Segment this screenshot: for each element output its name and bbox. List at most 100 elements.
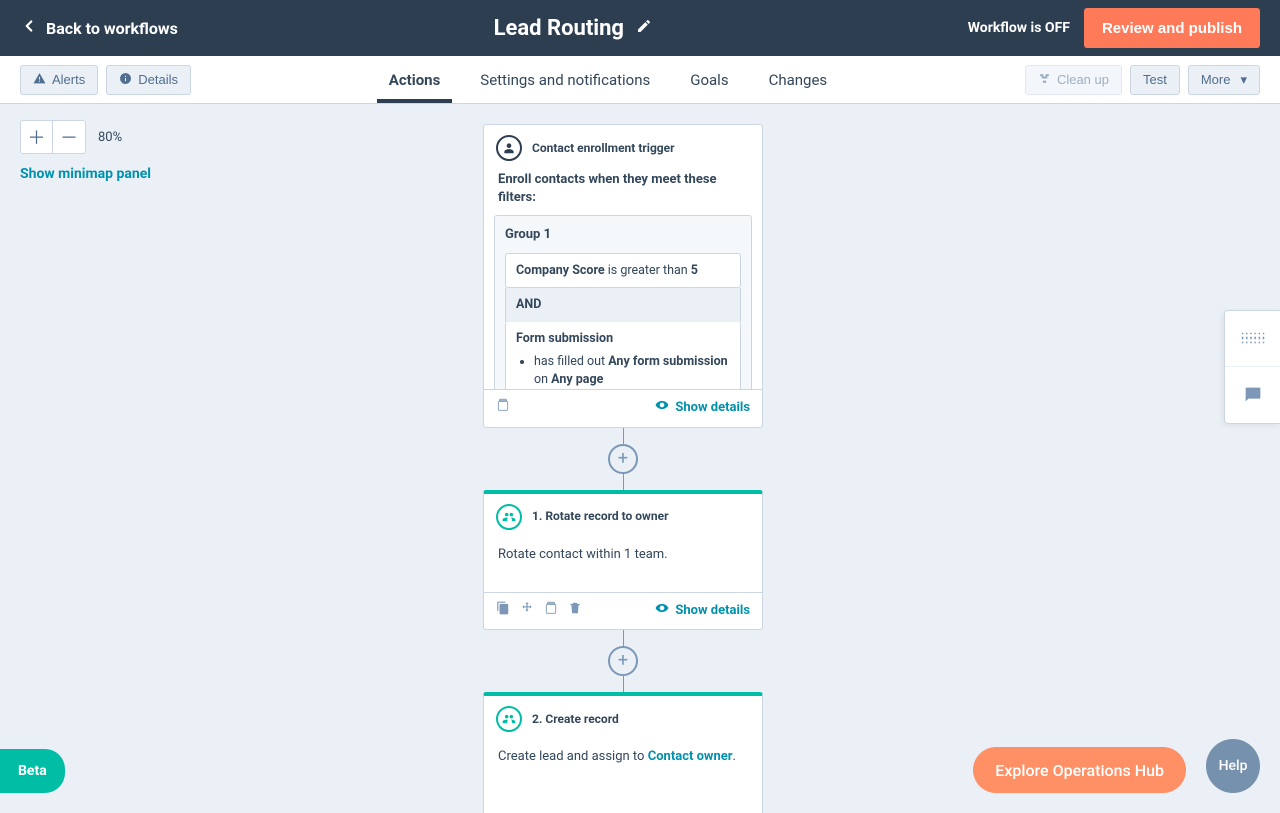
action2-header: 2. Create record [484, 696, 762, 738]
action2-title: 2. Create record [532, 711, 619, 728]
back-to-workflows[interactable]: Back to workflows [20, 17, 178, 39]
filter2-bold1: Any form submission [608, 354, 727, 369]
workflow-flow: Contact enrollment trigger Enroll contac… [483, 124, 763, 813]
action1-show-details-label: Show details [675, 602, 750, 620]
filter-group: Group 1 Company Score is greater than 5 … [494, 215, 752, 389]
info-icon [119, 72, 132, 88]
more-button[interactable]: More ▾ [1188, 65, 1260, 95]
users-icon [496, 504, 522, 530]
more-label: More [1201, 72, 1231, 87]
action1-show-details[interactable]: Show details [655, 601, 750, 621]
filter2-mid: on [534, 372, 551, 387]
right-dock: ∷∷∷∷∷∷ [1224, 310, 1280, 424]
filter2-list: has filled out Any form submission on An… [516, 353, 730, 388]
connector-1: + [483, 428, 763, 490]
action2-body-suffix: . [733, 749, 736, 764]
warning-icon [33, 72, 46, 88]
contact-owner-link[interactable]: Contact owner [648, 749, 733, 764]
tab-changes[interactable]: Changes [769, 56, 828, 103]
users-icon [496, 706, 522, 732]
action2-body: Create lead and assign to Contact owner. [484, 738, 762, 794]
action1-footer-icons [496, 601, 582, 621]
app-header: Back to workflows Lead Routing Workflow … [0, 0, 1280, 56]
line [623, 474, 624, 490]
show-minimap-link[interactable]: Show minimap panel [20, 166, 151, 182]
subnav-left: Alerts Details [20, 65, 191, 95]
trash-icon[interactable] [568, 601, 582, 621]
enroll-filters-clip: Group 1 Company Score is greater than 5 … [484, 215, 762, 389]
add-action-button-1[interactable]: + [608, 444, 638, 474]
filter2-prefix: has filled out [534, 354, 608, 369]
filter2-title: Form submission [516, 330, 730, 348]
action-create-record-card[interactable]: 2. Create record Create lead and assign … [483, 692, 763, 813]
back-label: Back to workflows [46, 19, 178, 38]
alerts-button[interactable]: Alerts [20, 65, 98, 95]
filter2-line: has filled out Any form submission on An… [534, 353, 730, 388]
subnav-right: Clean up Test More ▾ [1025, 65, 1260, 95]
eye-icon [655, 398, 669, 418]
caret-down-icon: ▾ [1240, 72, 1247, 88]
tab-settings[interactable]: Settings and notifications [480, 56, 650, 103]
enrollment-trigger-card[interactable]: Contact enrollment trigger Enroll contac… [483, 124, 763, 428]
move-icon[interactable] [520, 601, 534, 621]
action2-body-prefix: Create lead and assign to [498, 749, 648, 764]
zoom-out-button[interactable]: － [53, 121, 85, 153]
alerts-label: Alerts [52, 72, 85, 87]
title-group: Lead Routing [494, 16, 652, 41]
keyboard-icon: ∷∷∷∷∷∷ [1242, 334, 1264, 344]
review-publish-button[interactable]: Review and publish [1084, 8, 1260, 48]
enroll-title: Contact enrollment trigger [532, 140, 675, 157]
details-button[interactable]: Details [106, 65, 191, 95]
zoom-controls: ＋ － 80% [20, 120, 122, 154]
action1-title: 1. Rotate record to owner [532, 508, 668, 525]
action-rotate-card[interactable]: 1. Rotate record to owner Rotate contact… [483, 490, 763, 630]
action1-header: 1. Rotate record to owner [484, 494, 762, 536]
action1-footer: Show details [484, 592, 762, 629]
filter1-op: is greater than [605, 263, 691, 278]
tab-goals[interactable]: Goals [690, 56, 728, 103]
contact-icon [496, 135, 522, 161]
filter2-bold2: Any page [551, 372, 603, 387]
enroll-footer-icons [496, 398, 510, 418]
clipboard-icon[interactable] [496, 398, 510, 418]
enroll-show-details-label: Show details [675, 399, 750, 417]
cleanup-button[interactable]: Clean up [1025, 65, 1122, 95]
chat-icon [1242, 384, 1264, 406]
workflow-status: Workflow is OFF [968, 20, 1070, 36]
sitemap-icon [1038, 72, 1051, 88]
zoom-percentage: 80% [98, 130, 122, 145]
filter-company-score[interactable]: Company Score is greater than 5 [505, 253, 741, 289]
explore-ops-hub-button[interactable]: Explore Operations Hub [973, 747, 1186, 793]
and-chip: AND [505, 288, 741, 322]
edit-title-button[interactable] [636, 18, 652, 38]
subnav: Alerts Details Actions Settings and noti… [0, 56, 1280, 104]
help-button[interactable]: Help [1206, 739, 1260, 793]
clipboard-icon[interactable] [544, 601, 558, 621]
beta-badge[interactable]: Beta [0, 749, 65, 793]
line [623, 630, 624, 646]
filter1-val: 5 [691, 263, 698, 278]
dock-chat-button[interactable] [1225, 367, 1280, 423]
details-label: Details [138, 72, 178, 87]
canvas[interactable]: ＋ － 80% Show minimap panel Contact enrol… [0, 104, 1280, 813]
zoom-in-button[interactable]: ＋ [21, 121, 53, 153]
action1-body: Rotate contact within 1 team. [484, 536, 762, 592]
eye-icon [655, 601, 669, 621]
filter1-field: Company Score [516, 263, 605, 278]
copy-icon[interactable] [496, 601, 510, 621]
line [623, 676, 624, 692]
zoom-button-group: ＋ － [20, 120, 86, 154]
line [623, 428, 624, 444]
enroll-show-details[interactable]: Show details [655, 398, 750, 418]
filter-form-submission[interactable]: Form submission has filled out Any form … [505, 322, 741, 390]
tab-actions[interactable]: Actions [389, 56, 441, 103]
add-action-button-2[interactable]: + [608, 646, 638, 676]
enroll-header: Contact enrollment trigger [484, 125, 762, 167]
enroll-footer: Show details [484, 389, 762, 426]
test-button[interactable]: Test [1130, 65, 1180, 95]
chevron-left-icon [20, 17, 38, 39]
cleanup-label: Clean up [1057, 72, 1109, 87]
dock-keyboard-button[interactable]: ∷∷∷∷∷∷ [1225, 311, 1280, 367]
subnav-tabs: Actions Settings and notifications Goals… [389, 56, 827, 103]
enroll-caption: Enroll contacts when they meet these fil… [484, 167, 762, 215]
